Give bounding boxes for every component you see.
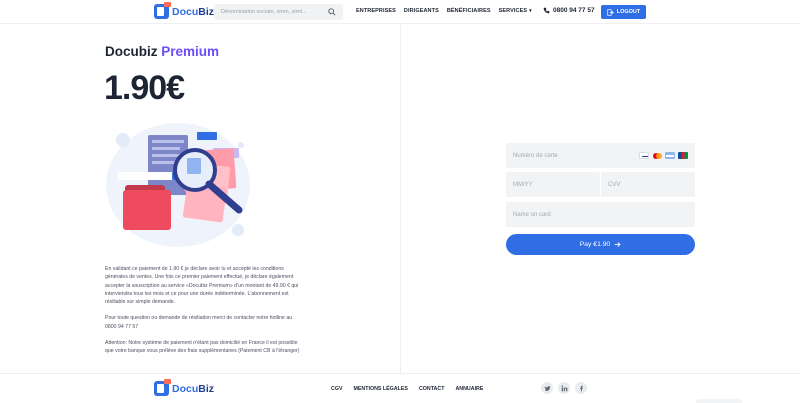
main-nav: ENTREPRISES DIRIGEANTS BÉNÉFICIAIRES SER…: [356, 8, 532, 14]
linkedin-icon[interactable]: [558, 382, 570, 394]
name-on-card-placeholder: Name on card: [513, 211, 551, 218]
social-links: [541, 382, 587, 394]
legal-paragraph-hotline: Pour toute question ou demande de résili…: [105, 315, 293, 330]
legal-paragraph-terms: En validant ce paiement de 1.90 € je déc…: [105, 266, 299, 306]
phone-icon: [543, 7, 550, 14]
facebook-icon[interactable]: [575, 382, 587, 394]
legal-notice: En validant ce paiement de 1.90 € je déc…: [105, 265, 305, 364]
footer-nav: CGV MENTIONS LÉGALES CONTACT ANNUAIRE: [331, 386, 483, 392]
documents-search-illustration: [106, 123, 250, 247]
nav-dirigeants[interactable]: DIRIGEANTS: [404, 8, 439, 14]
chevron-down-icon: ▾: [529, 8, 532, 14]
nav-services-label: SERVICES: [498, 8, 528, 14]
search-input[interactable]: Dénomination sociale, siren, siret...: [214, 4, 343, 20]
nav-services[interactable]: SERVICES ▾: [499, 8, 532, 14]
plan-price: 1.90€: [104, 69, 185, 107]
nav-entreprises[interactable]: ENTREPRISES: [356, 8, 396, 14]
phone-number: 0800 94 77 57: [553, 7, 595, 14]
card-number-field[interactable]: Numéro de carte: [506, 143, 695, 168]
page-footer: DocuBiz CGV MENTIONS LÉGALES CONTACT ANN…: [0, 373, 800, 403]
search-icon[interactable]: [328, 8, 336, 16]
cvv-field[interactable]: CVV: [601, 172, 695, 197]
cvv-placeholder: CVV: [608, 181, 621, 188]
footer-logo-text-biz: Biz: [198, 382, 214, 395]
mastercard-icon: [652, 152, 662, 159]
footer-logo[interactable]: DocuBiz: [154, 379, 214, 396]
footer-link-mentions[interactable]: MENTIONS LÉGALES: [353, 386, 407, 392]
search-placeholder: Dénomination sociale, siren, siret...: [221, 9, 307, 15]
top-header: DocuBiz Dénomination sociale, siren, sir…: [0, 0, 800, 24]
name-on-card-field[interactable]: Name on card: [506, 202, 695, 227]
logo-text-biz: Biz: [198, 5, 214, 18]
footer-link-cgv[interactable]: CGV: [331, 386, 342, 392]
legal-paragraph-warning: Attention: Notre système de paiement n'é…: [105, 340, 300, 355]
pay-button[interactable]: Pay €1.90: [506, 234, 695, 255]
plan-title-name: Docubiz: [105, 44, 158, 59]
logout-button[interactable]: LOGOUT: [601, 5, 646, 19]
logo-text-docu: Docu: [172, 5, 199, 18]
plan-title-tier: Premium: [161, 44, 220, 59]
twitter-icon[interactable]: [541, 382, 553, 394]
footer-link-annuaire[interactable]: ANNUAIRE: [455, 386, 483, 392]
footer-link-contact[interactable]: CONTACT: [419, 386, 445, 392]
expiry-placeholder: MM/YY: [513, 181, 533, 188]
card-number-placeholder: Numéro de carte: [513, 152, 558, 159]
pay-button-label: Pay €1.90: [579, 241, 611, 248]
expiry-field[interactable]: MM/YY: [506, 172, 600, 197]
header-logo[interactable]: DocuBiz: [154, 2, 214, 19]
visa-icon: [639, 152, 649, 159]
logout-label: LOGOUT: [616, 9, 641, 15]
phone-contact[interactable]: 0800 94 77 57: [543, 7, 595, 14]
footer-logo-icon: [154, 379, 171, 396]
arrow-right-icon: [614, 242, 621, 247]
plan-title: Docubiz Premium: [105, 44, 219, 59]
corner-widget: [696, 399, 742, 403]
nav-beneficiaires[interactable]: BÉNÉFICIAIRES: [447, 8, 491, 14]
logo-icon: [154, 2, 171, 19]
column-divider: [400, 24, 401, 373]
card-brands: [639, 152, 688, 159]
footer-logo-text-docu: Docu: [172, 382, 199, 395]
amex-icon: [665, 152, 675, 159]
logout-icon: [607, 8, 614, 16]
jcb-icon: [678, 152, 688, 159]
